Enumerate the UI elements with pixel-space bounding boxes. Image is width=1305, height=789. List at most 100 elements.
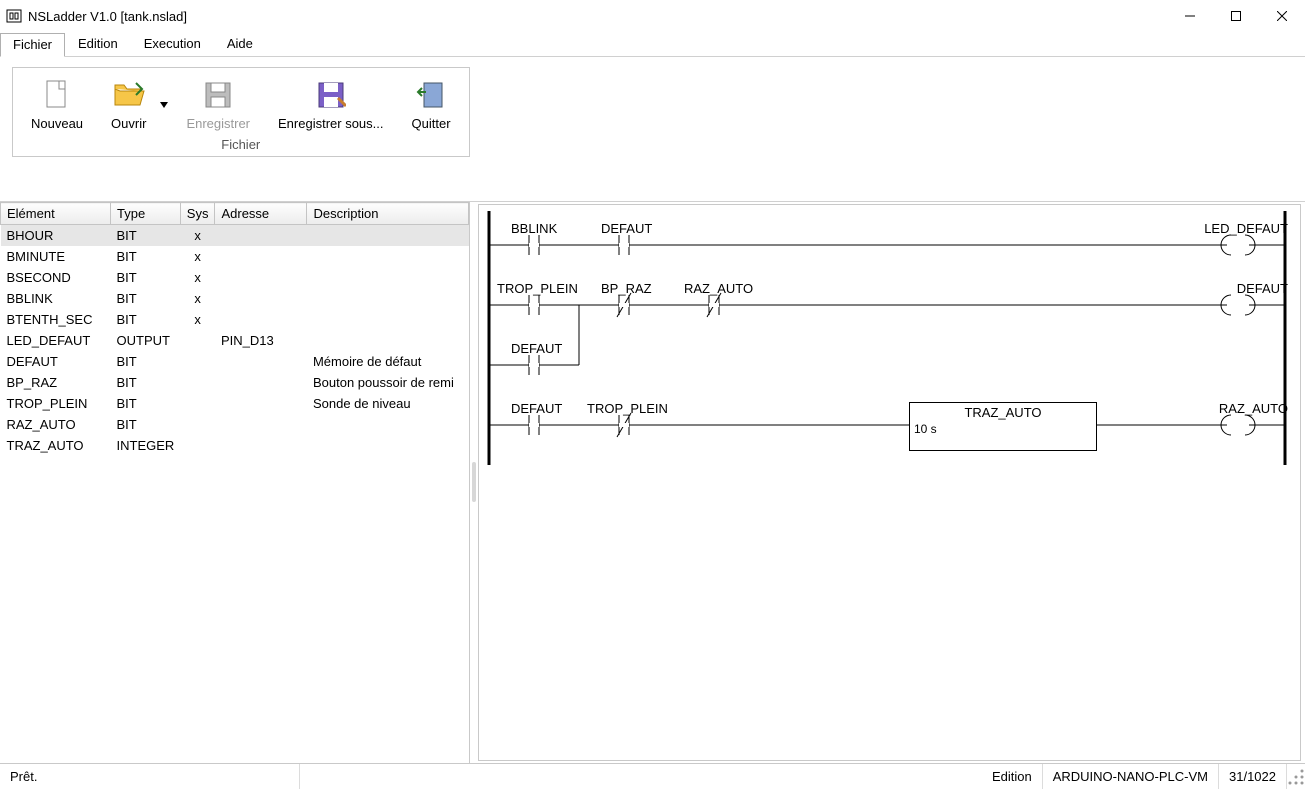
cell-address xyxy=(215,288,307,309)
ribbon-enregistrer-sous[interactable]: Enregistrer sous... xyxy=(264,72,398,135)
cell-sys xyxy=(180,351,215,372)
ladder-canvas[interactable]: BBLINK DEFAUT LED_DEFAUT TROP_PLEIN BP_R… xyxy=(478,204,1301,761)
cell-type: OUTPUT xyxy=(111,330,181,351)
menu-tab-edition[interactable]: Edition xyxy=(65,32,131,56)
cell-element: RAZ_AUTO xyxy=(1,414,111,435)
cell-type: BIT xyxy=(111,414,181,435)
ribbon: Nouveau Ouvrir Enregistrer xyxy=(0,57,1305,202)
col-type[interactable]: Type xyxy=(111,203,181,225)
cell-element: BTENTH_SEC xyxy=(1,309,111,330)
minimize-button[interactable] xyxy=(1167,0,1213,32)
cell-address xyxy=(215,414,307,435)
cell-element: BHOUR xyxy=(1,225,111,247)
rung2-contact2-label: BP_RAZ xyxy=(601,281,652,296)
rung1-contact2-label: DEFAUT xyxy=(601,221,652,236)
table-row[interactable]: BMINUTEBITx xyxy=(1,246,469,267)
col-element[interactable]: Elément xyxy=(1,203,111,225)
rung2-contact1-label: TROP_PLEIN xyxy=(497,281,578,296)
cell-description xyxy=(307,225,469,247)
window-title: NSLadder V1.0 [tank.nslad] xyxy=(28,9,1167,24)
rung2-contact3-label: RAZ_AUTO xyxy=(684,281,753,296)
menu-tab-execution[interactable]: Execution xyxy=(131,32,214,56)
cell-description xyxy=(307,246,469,267)
status-ready: Prêt. xyxy=(0,764,300,789)
ribbon-enregistrer[interactable]: Enregistrer xyxy=(172,72,264,135)
element-table[interactable]: Elément Type Sys Adresse Description BHO… xyxy=(0,202,469,456)
ribbon-ouvrir[interactable]: Ouvrir xyxy=(97,72,160,135)
rung1-coil-label: LED_DEFAUT xyxy=(1204,221,1288,236)
cell-element: DEFAUT xyxy=(1,351,111,372)
table-row[interactable]: BSECONDBITx xyxy=(1,267,469,288)
table-row[interactable]: BTENTH_SECBITx xyxy=(1,309,469,330)
ribbon-nouveau[interactable]: Nouveau xyxy=(17,72,97,135)
close-button[interactable] xyxy=(1259,0,1305,32)
rung3-coil-label: RAZ_AUTO xyxy=(1219,401,1288,416)
menu-tab-aide[interactable]: Aide xyxy=(214,32,266,56)
cell-sys xyxy=(180,330,215,351)
cell-element: TROP_PLEIN xyxy=(1,393,111,414)
timer-block[interactable]: TRAZ_AUTO 10 s xyxy=(909,402,1097,451)
col-address[interactable]: Adresse xyxy=(215,203,307,225)
status-target: ARDUINO-NANO-PLC-VM xyxy=(1043,764,1219,789)
col-sys[interactable]: Sys xyxy=(180,203,215,225)
cell-address xyxy=(215,372,307,393)
quit-icon xyxy=(416,78,446,112)
resize-grip-icon[interactable] xyxy=(1287,768,1305,786)
cell-element: BBLINK xyxy=(1,288,111,309)
cell-type: BIT xyxy=(111,309,181,330)
timer-name: TRAZ_AUTO xyxy=(914,405,1092,420)
titlebar: NSLadder V1.0 [tank.nslad] xyxy=(0,0,1305,32)
cell-sys: x xyxy=(180,225,215,247)
table-row[interactable]: DEFAUTBITMémoire de défaut xyxy=(1,351,469,372)
content-area: Elément Type Sys Adresse Description BHO… xyxy=(0,202,1305,763)
cell-type: BIT xyxy=(111,393,181,414)
ribbon-group-caption: Fichier xyxy=(17,135,465,156)
cell-sys: x xyxy=(180,309,215,330)
cell-type: BIT xyxy=(111,246,181,267)
ribbon-quitter[interactable]: Quitter xyxy=(398,72,465,135)
save-as-icon xyxy=(316,78,346,112)
cell-description: Mémoire de défaut xyxy=(307,351,469,372)
cell-description xyxy=(307,435,469,456)
cell-description xyxy=(307,309,469,330)
save-icon xyxy=(203,78,233,112)
cell-element: BMINUTE xyxy=(1,246,111,267)
cell-element: LED_DEFAUT xyxy=(1,330,111,351)
cell-address xyxy=(215,435,307,456)
table-row[interactable]: BHOURBITx xyxy=(1,225,469,247)
cell-element: BSECOND xyxy=(1,267,111,288)
cell-type: BIT xyxy=(111,372,181,393)
ribbon-ouvrir-dropdown[interactable] xyxy=(160,96,172,111)
cell-description xyxy=(307,288,469,309)
cell-address xyxy=(215,246,307,267)
table-row[interactable]: BP_RAZBIT Bouton poussoir de remi xyxy=(1,372,469,393)
menu-tab-fichier[interactable]: Fichier xyxy=(0,33,65,57)
table-row[interactable]: TRAZ_AUTOINTEGER xyxy=(1,435,469,456)
cell-sys: x xyxy=(180,288,215,309)
table-row[interactable]: RAZ_AUTOBIT xyxy=(1,414,469,435)
cell-sys xyxy=(180,435,215,456)
col-description[interactable]: Description xyxy=(307,203,469,225)
cell-address: PIN_D13 xyxy=(215,330,307,351)
table-row[interactable]: LED_DEFAUTOUTPUT PIN_D13 xyxy=(1,330,469,351)
cell-sys xyxy=(180,393,215,414)
cell-description: Sonde de niveau xyxy=(307,393,469,414)
cell-description: Bouton poussoir de remi xyxy=(307,372,469,393)
table-row[interactable]: TROP_PLEINBIT Sonde de niveau xyxy=(1,393,469,414)
rung3-contact2-label: TROP_PLEIN xyxy=(587,401,668,416)
cell-sys: x xyxy=(180,246,215,267)
chevron-down-icon xyxy=(160,102,168,108)
cell-element: BP_RAZ xyxy=(1,372,111,393)
cell-address xyxy=(215,309,307,330)
cell-type: BIT xyxy=(111,288,181,309)
cell-type: INTEGER xyxy=(111,435,181,456)
cell-type: BIT xyxy=(111,267,181,288)
status-mode: Edition xyxy=(982,764,1043,789)
cell-sys xyxy=(180,372,215,393)
statusbar: Prêt. Edition ARDUINO-NANO-PLC-VM 31/102… xyxy=(0,763,1305,789)
splitter[interactable] xyxy=(470,202,478,763)
table-row[interactable]: BBLINKBITx xyxy=(1,288,469,309)
maximize-button[interactable] xyxy=(1213,0,1259,32)
app-icon xyxy=(6,8,22,24)
cell-sys xyxy=(180,414,215,435)
